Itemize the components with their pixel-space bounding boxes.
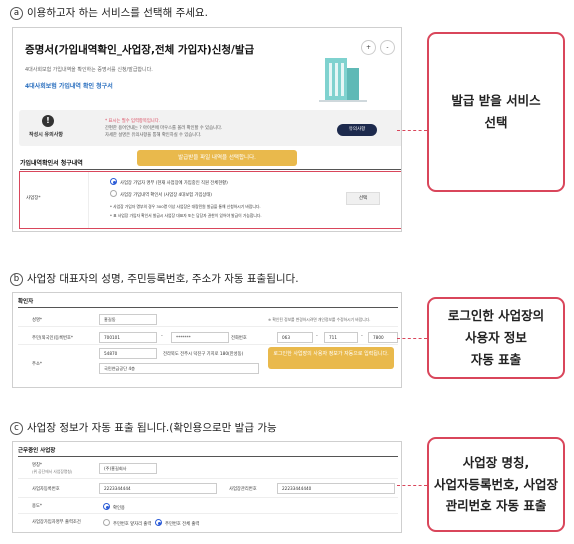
purpose-label: 용도*: [32, 504, 43, 509]
connector-line: [397, 130, 427, 131]
notice-line: 간편한 용어안내는 ? 아이콘에 마우스를 올려 확인할 수 있습니다.: [105, 126, 223, 132]
mgmt-no-label: 사업장관리번호: [229, 487, 257, 492]
postcode-field[interactable]: 54870: [99, 348, 157, 359]
phone-label: 전화번호: [231, 336, 247, 341]
form-title: 근무중인 사업장: [18, 448, 56, 454]
callout-line: 사용자 정보: [465, 330, 527, 346]
notice-button[interactable]: 유의사항: [337, 124, 377, 136]
notice-label: 작성시 유의사항: [29, 132, 63, 138]
purpose-option[interactable]: 확인용: [103, 503, 125, 511]
phone-dash: -: [316, 333, 318, 339]
option-member-list[interactable]: 사업장 가입자 명부 (현재 사업장에 가입중인 직원 전체현황): [110, 178, 228, 186]
address-line-1: 전라북도 전주시 덕진구 기지로 180(만성동): [163, 352, 244, 357]
select-button[interactable]: 선택: [346, 192, 380, 205]
callout-service-select: 발급 받을 서비스 선택: [427, 32, 565, 192]
step-3-heading: c 사업장 정보가 자동 표출 됩니다.(확인용으로만 발급 가능: [10, 420, 277, 435]
rrn-dash: -: [161, 333, 163, 339]
callout-line: 관리번호 자동 표출: [445, 498, 547, 514]
step-marker: a: [10, 7, 23, 20]
bizno-label: 사업자등록번호: [32, 487, 60, 492]
step-text: 사업장 대표자의 성명, 주민등록번호, 주소가 자동 표출됩니다.: [27, 273, 299, 285]
callout-workplace-info: 사업장 명칭, 사업자등록번호, 사업장 관리번호 자동 표출: [427, 437, 565, 532]
callout-line: 사업자등록번호, 사업장: [433, 476, 559, 492]
option-label: 사업장 가입자 명부 (현재 사업장에 가입중인 직원 전체현황): [120, 181, 228, 186]
workplace-name-sublabel: (위 공단에서 사업장명칭): [32, 469, 73, 474]
step-text: 사업장 정보가 자동 표출 됩니다.(확인용으로만 발급 가능: [27, 422, 277, 434]
callout-user-info: 로그인한 사업장의 사용자 정보 자동 표출: [427, 297, 565, 379]
option-label: 사업장 가입내역 확인서 (사업장 4대보험 가입상태): [120, 193, 212, 198]
option-note: * 표 사업장 가입자 확인서 발급시 사업장 대표자 또는 담당자 권한이 있…: [110, 213, 262, 218]
radio-selected-icon[interactable]: [155, 519, 162, 526]
rrn-front-field[interactable]: 700101: [99, 332, 157, 343]
radio-icon[interactable]: [103, 519, 110, 526]
connector-line: [397, 485, 427, 486]
notice-line: * 표시는 필수 입력항목입니다.: [105, 119, 161, 124]
callout-line: 사업장 명칭,: [462, 454, 530, 470]
column-divider: [88, 172, 89, 228]
form-divider: [18, 307, 398, 308]
notice-panel: ! 작성시 유의사항 * 표시는 필수 입력항목입니다. 간편한 용어안내는 ?…: [19, 110, 401, 146]
phone-area-field[interactable]: 063: [277, 332, 313, 343]
form-divider: [18, 456, 398, 457]
phone-last-field[interactable]: 7800: [368, 332, 398, 343]
radio-icon[interactable]: [110, 190, 117, 197]
bizno-field[interactable]: 2223344444: [99, 483, 217, 494]
name-note: ※ 확인된 정보를 변경하시려면 개인정보를 수정하시기 바랍니다.: [268, 317, 371, 322]
section-title: 가입내역확인서 청구내역: [20, 160, 83, 167]
service-select-screenshot: 증명서(가입내역확인_사업장,전체 가입자)신청/발급 + - 4대사회보험 가…: [12, 27, 402, 232]
purpose-row: [18, 498, 398, 514]
service-options-box: 사업장* 사업장 가입자 명부 (현재 사업장에 가입중인 직원 전체현황) 사…: [19, 171, 401, 229]
step-text: 이용하고자 하는 서비스를 선택해 주세요.: [27, 7, 208, 19]
zoom-out-button[interactable]: -: [380, 40, 395, 55]
print-condition-label: 사업장가입자명부 출력조건: [32, 520, 81, 525]
phone-dash: -: [361, 333, 363, 339]
phone-mid-field[interactable]: 711: [324, 332, 358, 343]
building-icon: [319, 58, 367, 102]
radio-selected-icon[interactable]: [103, 503, 110, 510]
name-label: 성명*: [32, 318, 43, 323]
field-label: 사업장*: [26, 196, 41, 201]
radio-selected-icon[interactable]: [110, 178, 117, 185]
warning-icon: !: [42, 115, 54, 127]
user-info-screenshot: 확인자 성명* 홍길동 ※ 확인된 정보를 변경하시려면 개인정보를 수정하시기…: [12, 292, 402, 388]
print-option-label: 주민번호 전체 출력: [165, 522, 200, 527]
print-option-front[interactable]: 주민번호 앞자리 출력: [103, 519, 151, 527]
print-option-label: 주민번호 앞자리 출력: [113, 522, 152, 527]
step-1-heading: a 이용하고자 하는 서비스를 선택해 주세요.: [10, 5, 208, 20]
callout-line: 로그인한 사업장의: [447, 308, 545, 324]
notice-line: 자세한 설명은 유의사항을 통해 확인하실 수 있습니다.: [105, 133, 202, 139]
address-label: 주소*: [32, 362, 43, 367]
rrn-back-field[interactable]: *******: [171, 332, 229, 343]
select-tooltip: 발급받을 파일 내역을 선택합니다.: [137, 150, 297, 166]
option-note: * 사업장 가입자 명부의 경우 300명 이상 사업장은 대량민원 발급을 통…: [110, 204, 261, 209]
option-enrollment-confirmation[interactable]: 사업장 가입내역 확인서 (사업장 4대보험 가입상태): [110, 190, 212, 198]
form-title: 확인자: [18, 299, 34, 305]
page-description: 4대사회보험 가입내역을 확인하는 증명서를 신청/발급합니다.: [25, 67, 153, 73]
step-marker: c: [10, 422, 23, 435]
purpose-option-label: 확인용: [113, 506, 125, 511]
notice-lines: * 표시는 필수 입력항목입니다. 간편한 용어안내는 ? 아이콘에 마우스를 …: [105, 118, 222, 140]
section-divider: [20, 169, 401, 170]
workplace-name-label: 명칭*: [32, 463, 43, 468]
workplace-name-field[interactable]: (주)홍길회사: [99, 463, 157, 474]
form-subtitle: 4대사회보험 가입내역 확인 청구서: [25, 83, 113, 90]
callout-line: 선택: [484, 115, 508, 130]
step-marker: b: [10, 273, 23, 286]
callout-line: 자동 표출: [470, 351, 522, 367]
mgmt-no-field[interactable]: 22233444440: [277, 483, 395, 494]
page-title: 증명서(가입내역확인_사업장,전체 가입자)신청/발급: [25, 44, 255, 56]
step-2-heading: b 사업장 대표자의 성명, 주민등록번호, 주소가 자동 표출됩니다.: [10, 271, 299, 286]
print-option-full[interactable]: 주민번호 전체 출력: [155, 519, 199, 527]
connector-line: [397, 338, 427, 339]
callout-line: 발급 받을 서비스: [451, 93, 541, 109]
workplace-info-screenshot: 근무중인 사업장 명칭* (위 공단에서 사업장명칭) (주)홍길회사 사업자등…: [12, 441, 402, 533]
address-detail-field[interactable]: 국민연금공단 4층: [99, 363, 259, 374]
auto-fill-tooltip: 로그인한 사업장의 사용자 정보가 자동으로 입력됩니다.: [268, 347, 394, 369]
workplace-name-row: [18, 458, 398, 479]
name-field[interactable]: 홍길동: [99, 314, 157, 325]
rrn-label: 주민(외국인)등록번호*: [32, 336, 74, 341]
